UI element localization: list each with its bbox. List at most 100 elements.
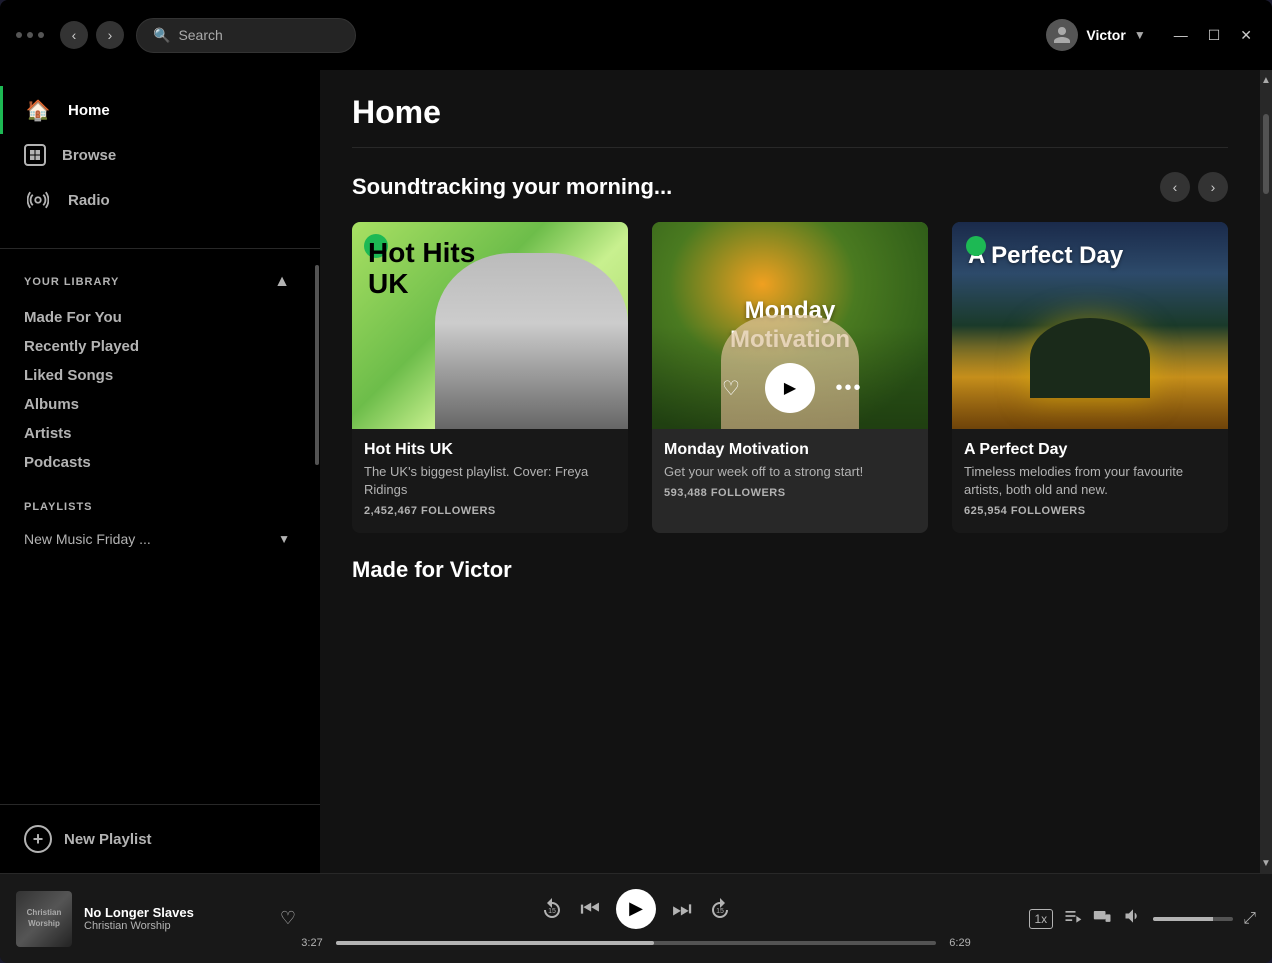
sidebar-item-browse[interactable]: Browse	[0, 134, 320, 176]
time-elapsed: 3:27	[296, 937, 328, 949]
scrollbar-track	[1260, 90, 1272, 853]
playlists-title: PLAYLISTS	[24, 501, 290, 513]
like-button[interactable]: ♡	[713, 370, 749, 406]
previous-button[interactable]: ⏮	[580, 896, 600, 922]
chevron-down-icon: ▼	[278, 532, 290, 546]
devices-icon[interactable]	[1093, 906, 1113, 931]
next-button[interactable]: ⏭	[672, 896, 692, 922]
card-followers: 625,954 FOLLOWERS	[964, 505, 1216, 517]
browse-icon	[24, 144, 46, 166]
track-text: No Longer Slaves Christian Worship	[84, 905, 260, 932]
card-title: Hot Hits UK	[364, 441, 616, 459]
sidebar-divider	[0, 248, 320, 249]
forward-15-button[interactable]: 15	[708, 897, 732, 921]
control-buttons: 15 ⏮ ▶ ⏭ 15	[540, 889, 732, 929]
sidebar-item-artists[interactable]: Artists	[24, 419, 290, 448]
hot-hits-person-image	[435, 253, 628, 429]
sidebar-item-podcasts[interactable]: Podcasts	[24, 448, 290, 477]
perfect-day-title: A Perfect Day	[968, 242, 1123, 270]
card-info-perfect-day: A Perfect Day Timeless melodies from you…	[952, 429, 1228, 517]
progress-bar[interactable]	[336, 941, 936, 945]
queue-icon[interactable]	[1063, 906, 1083, 931]
library-header: YOUR LIBRARY ▲	[24, 273, 290, 291]
more-options-button[interactable]: •••	[831, 370, 867, 406]
volume-bar[interactable]	[1153, 917, 1233, 921]
library-title: YOUR LIBRARY	[24, 276, 119, 288]
search-bar[interactable]: 🔍	[136, 18, 356, 53]
play-button[interactable]: ▶	[765, 363, 815, 413]
scroll-down-button[interactable]: ▼	[1260, 853, 1272, 873]
sidebar-item-radio[interactable]: Radio	[0, 176, 320, 224]
nav-arrows: ‹ ›	[60, 21, 124, 49]
section-nav: ‹ ›	[1160, 172, 1228, 202]
card-description: The UK's biggest playlist. Cover: Freya …	[364, 463, 616, 499]
sidebar-item-label: Radio	[68, 192, 110, 209]
play-pause-button[interactable]: ▶	[616, 889, 656, 929]
section-next-button[interactable]: ›	[1198, 172, 1228, 202]
player-controls: 15 ⏮ ▶ ⏭ 15 3:27 6:29	[296, 889, 976, 949]
sidebar: 🏠 Home Browse Radio	[0, 70, 320, 873]
back-button[interactable]: ‹	[60, 21, 88, 49]
avatar	[1046, 19, 1078, 51]
progress-bar-wrapper: 3:27 6:29	[296, 937, 976, 949]
card-perfect-day[interactable]: A Perfect Day A Perfect Day Timeless mel…	[952, 222, 1228, 533]
card-description: Get your week off to a strong start!	[664, 463, 916, 481]
new-playlist-button[interactable]: + New Playlist	[0, 804, 320, 873]
scrollbar-thumb	[1263, 114, 1269, 194]
section-title: Soundtracking your morning...	[352, 174, 672, 200]
search-input[interactable]	[178, 27, 339, 43]
title-bar: ‹ › 🔍 Victor ▼ — ☐ ✕	[0, 0, 1272, 70]
card-image-hot-hits: Hot HitsUK	[352, 222, 628, 429]
svg-text:15: 15	[548, 908, 556, 915]
user-section[interactable]: Victor ▼	[1046, 19, 1145, 51]
radio-icon	[24, 186, 52, 214]
cards-grid: Hot HitsUK Hot Hits UK The UK's biggest …	[352, 222, 1228, 533]
sidebar-item-label: Home	[68, 102, 110, 119]
track-like-button[interactable]: ♡	[280, 908, 296, 929]
volume-icon[interactable]	[1123, 906, 1143, 931]
sidebar-item-made-for-you[interactable]: Made For You	[24, 303, 290, 332]
sidebar-item-albums[interactable]: Albums	[24, 390, 290, 419]
progress-fill	[336, 941, 654, 945]
card-monday-motivation[interactable]: MondayMotivation ♡ ▶ •••	[652, 222, 928, 533]
replay-15-button[interactable]: 15	[540, 897, 564, 921]
card-image-monday: MondayMotivation ♡ ▶ •••	[652, 222, 928, 429]
app-window: ‹ › 🔍 Victor ▼ — ☐ ✕ 🏠 Home	[0, 0, 1272, 963]
window-controls: — ☐ ✕	[1170, 23, 1256, 48]
playlist-item[interactable]: New Music Friday ... ▼	[24, 525, 290, 553]
track-artist: Christian Worship	[84, 920, 260, 932]
card-description: Timeless melodies from your favourite ar…	[964, 463, 1216, 499]
maximize-button[interactable]: ☐	[1204, 23, 1225, 48]
card-title: A Perfect Day	[964, 441, 1216, 459]
svg-text:15: 15	[716, 908, 724, 915]
forward-button[interactable]: ›	[96, 21, 124, 49]
card-image-perfect-day: A Perfect Day	[952, 222, 1228, 429]
plus-icon: +	[24, 825, 52, 853]
track-thumbnail: ChristianWorship	[16, 891, 72, 947]
scroll-up-button[interactable]: ▲	[1260, 70, 1272, 90]
sidebar-item-liked-songs[interactable]: Liked Songs	[24, 361, 290, 390]
monday-card-controls: ♡ ▶ •••	[652, 363, 928, 413]
speed-button[interactable]: 1x	[1029, 909, 1054, 929]
main-layout: 🏠 Home Browse Radio	[0, 70, 1272, 873]
fullscreen-button[interactable]: ⤢	[1243, 910, 1256, 928]
sidebar-item-recently-played[interactable]: Recently Played	[24, 332, 290, 361]
menu-dots[interactable]	[16, 32, 44, 38]
track-thumb-label: ChristianWorship	[27, 908, 62, 929]
content-area: Home Soundtracking your morning... ‹ ›	[320, 70, 1260, 873]
now-playing-bar: ChristianWorship No Longer Slaves Christ…	[0, 873, 1272, 963]
home-icon: 🏠	[24, 96, 52, 124]
time-total: 6:29	[944, 937, 976, 949]
minimize-button[interactable]: —	[1170, 23, 1192, 48]
search-icon: 🔍	[153, 27, 170, 44]
close-button[interactable]: ✕	[1236, 23, 1256, 48]
sidebar-item-home[interactable]: 🏠 Home	[0, 86, 320, 134]
user-name: Victor	[1086, 27, 1125, 43]
library-collapse-button[interactable]: ▲	[274, 273, 290, 291]
sidebar-library-scroll: YOUR LIBRARY ▲ Made For You Recently Pla…	[0, 257, 320, 804]
card-hot-hits-uk[interactable]: Hot HitsUK Hot Hits UK The UK's biggest …	[352, 222, 628, 533]
section-prev-button[interactable]: ‹	[1160, 172, 1190, 202]
card-followers: 2,452,467 FOLLOWERS	[364, 505, 616, 517]
card-info-monday: Monday Motivation Get your week off to a…	[652, 429, 928, 499]
soundtracking-section: Soundtracking your morning... ‹ › Hot Hi…	[320, 148, 1260, 557]
